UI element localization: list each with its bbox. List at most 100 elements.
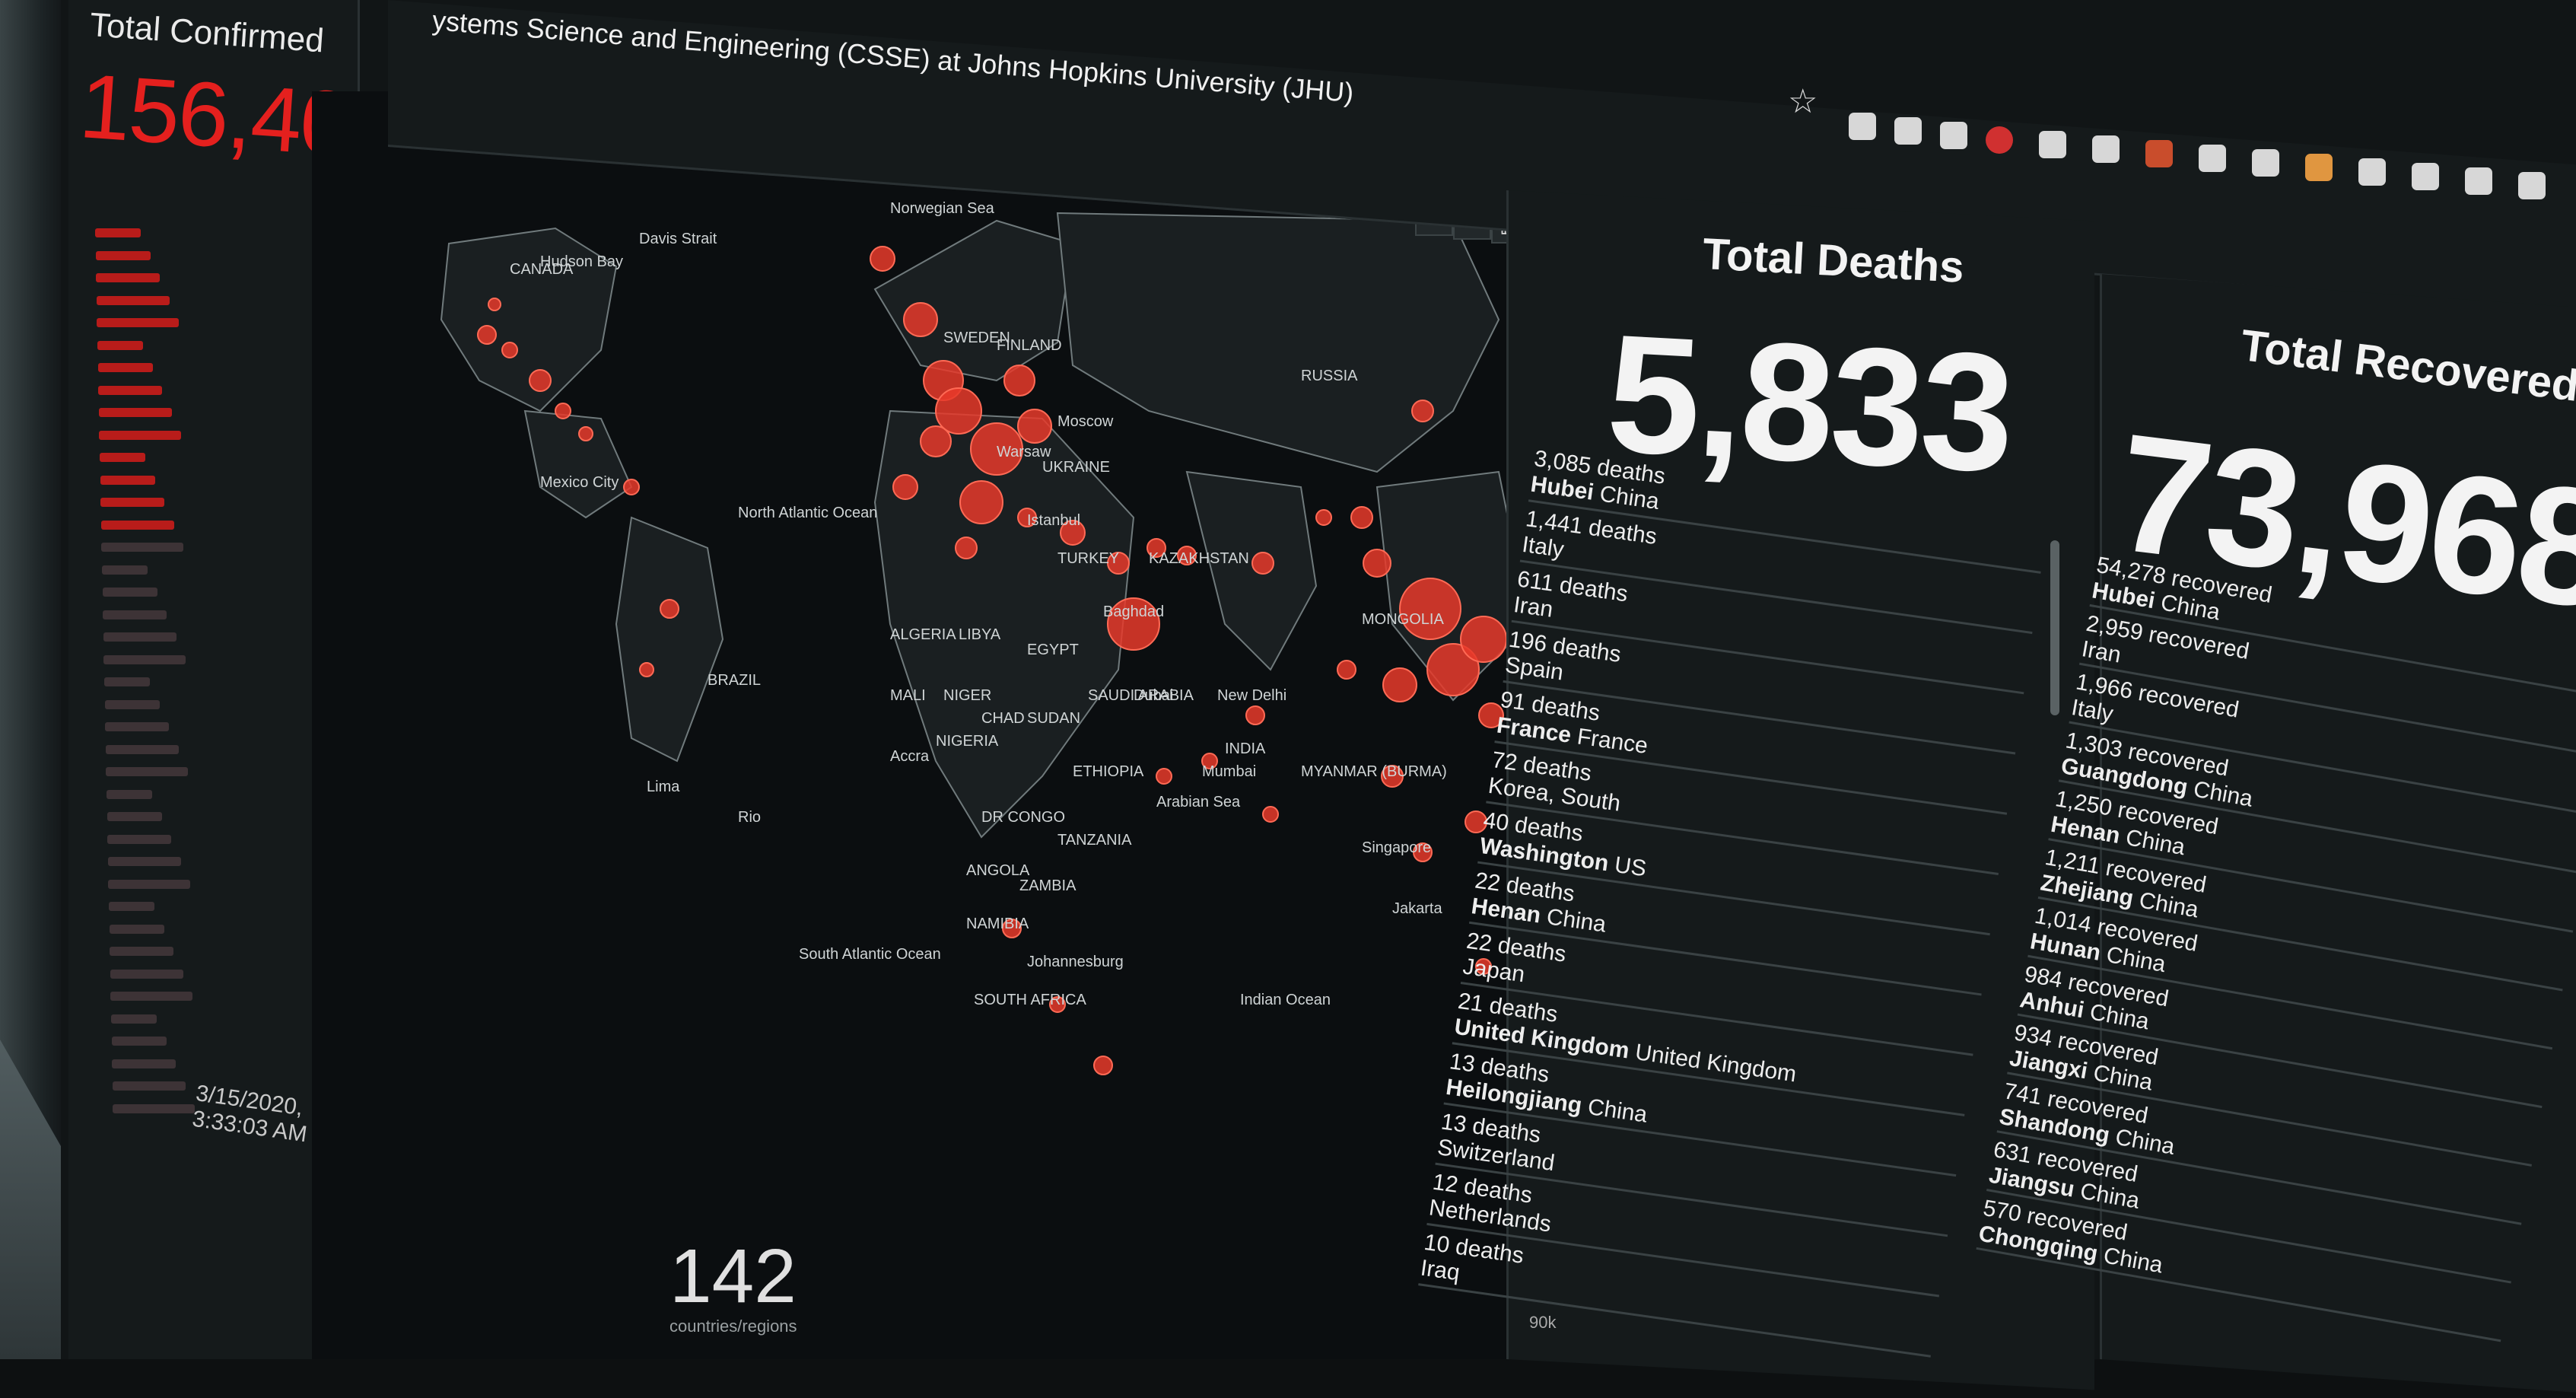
country-line[interactable] [108, 879, 191, 889]
case-bubble[interactable] [1262, 806, 1279, 823]
country-line[interactable] [95, 250, 151, 260]
star-icon[interactable]: ☆ [1788, 82, 1818, 121]
country-line[interactable] [100, 453, 145, 462]
mini-chart-axis-label: 90k [1529, 1313, 1557, 1332]
case-bubble[interactable] [1093, 1056, 1113, 1075]
map-panel[interactable]: GREENLANDCANADARUSSIAMoscowKAZAKHSTANMON… [312, 91, 1537, 1359]
case-bubble[interactable] [501, 342, 518, 358]
case-bubble[interactable] [870, 246, 895, 272]
country-line[interactable] [110, 969, 183, 979]
country-line[interactable] [110, 992, 193, 1001]
country-line[interactable] [104, 699, 160, 709]
extension-icon[interactable] [2518, 172, 2546, 199]
map-label: FINLAND [997, 337, 1062, 354]
case-bubble[interactable] [1363, 549, 1391, 578]
extension-icon[interactable] [2145, 140, 2173, 167]
case-bubble[interactable] [578, 426, 593, 441]
case-bubble[interactable] [959, 480, 1003, 524]
case-bubble[interactable] [1350, 506, 1373, 529]
case-bubble[interactable] [477, 325, 497, 345]
map-label: Arabian Sea [1156, 794, 1241, 810]
case-bubble[interactable] [555, 403, 571, 419]
extension-icon[interactable] [2039, 131, 2066, 158]
case-bubble[interactable] [935, 387, 982, 435]
country-line[interactable] [109, 924, 164, 934]
country-line[interactable] [112, 1059, 177, 1068]
country-line[interactable] [110, 947, 174, 956]
country-line[interactable] [96, 295, 170, 305]
extension-icon[interactable] [2465, 167, 2492, 195]
extension-icon[interactable] [2358, 158, 2386, 186]
extension-icon[interactable] [2412, 163, 2439, 190]
case-bubble[interactable] [1245, 705, 1265, 725]
country-line[interactable] [113, 1103, 196, 1113]
country-line[interactable] [97, 318, 180, 327]
extension-icon[interactable] [2305, 154, 2333, 181]
country-line[interactable] [109, 902, 154, 911]
country-line[interactable] [105, 744, 179, 754]
case-bubble[interactable] [529, 369, 552, 392]
case-bubble[interactable] [639, 662, 654, 677]
country-line[interactable] [102, 588, 157, 597]
case-bubble[interactable] [488, 298, 501, 311]
country-line[interactable] [111, 1037, 167, 1046]
case-bubble[interactable] [1156, 768, 1172, 785]
case-bubble[interactable] [892, 474, 918, 500]
country-line[interactable] [102, 565, 148, 575]
case-bubble[interactable] [1251, 552, 1274, 575]
country-line[interactable] [104, 677, 150, 686]
extension-icon[interactable] [1986, 126, 2013, 154]
country-line[interactable] [99, 430, 182, 440]
extension-icon[interactable] [1894, 117, 1922, 145]
country-line[interactable] [105, 722, 170, 731]
country-line[interactable] [95, 228, 141, 237]
deaths-scrollbar[interactable] [2050, 540, 2059, 715]
map-label: Warsaw [997, 444, 1051, 460]
map-label: Istanbul [1027, 512, 1080, 529]
extension-icon[interactable] [1849, 113, 1876, 140]
country-line[interactable] [96, 273, 161, 282]
country-line[interactable] [100, 520, 174, 530]
country-line[interactable] [107, 789, 152, 799]
country-line[interactable] [107, 834, 172, 844]
map-label: North Atlantic Ocean [738, 505, 877, 521]
extension-icon[interactable] [1940, 122, 1967, 149]
case-bubble[interactable] [1017, 409, 1052, 444]
case-bubble[interactable] [1003, 365, 1035, 396]
country-line[interactable] [107, 857, 181, 866]
case-bubble[interactable] [955, 537, 978, 559]
case-bubble[interactable] [660, 599, 679, 619]
world-map[interactable]: GREENLANDCANADARUSSIAMoscowKAZAKHSTANMON… [312, 91, 1537, 1359]
extension-icon[interactable] [2199, 145, 2226, 172]
country-line[interactable] [97, 363, 153, 372]
case-bubble[interactable] [1411, 400, 1434, 422]
map-label: South Atlantic Ocean [799, 946, 941, 963]
country-line[interactable] [101, 543, 184, 552]
case-bubble[interactable] [1315, 509, 1332, 526]
country-line[interactable] [100, 475, 155, 485]
country-line[interactable] [98, 408, 172, 417]
map-label: SUDAN [1027, 710, 1080, 727]
country-line[interactable] [103, 610, 167, 619]
case-bubble[interactable] [623, 479, 640, 495]
extension-icon[interactable] [2092, 135, 2120, 163]
case-bubble[interactable] [920, 425, 952, 457]
country-line[interactable] [106, 767, 189, 776]
case-bubble[interactable] [903, 302, 938, 337]
case-bubble[interactable] [1460, 616, 1507, 663]
map-label: Baghdad [1103, 603, 1164, 620]
country-line[interactable] [97, 340, 143, 350]
country-line[interactable] [100, 498, 165, 507]
case-bubble[interactable] [1337, 660, 1356, 680]
map-label: INDIA [1225, 740, 1266, 757]
country-line[interactable] [112, 1081, 186, 1091]
extension-icon[interactable] [2252, 149, 2279, 177]
case-bubble[interactable] [1399, 578, 1461, 640]
country-line[interactable] [103, 632, 177, 642]
map-label: MONGOLIA [1362, 611, 1444, 628]
case-bubble[interactable] [1382, 667, 1417, 702]
country-line[interactable] [111, 1014, 157, 1024]
country-line[interactable] [103, 654, 186, 664]
country-line[interactable] [98, 385, 163, 395]
country-line[interactable] [107, 812, 162, 821]
